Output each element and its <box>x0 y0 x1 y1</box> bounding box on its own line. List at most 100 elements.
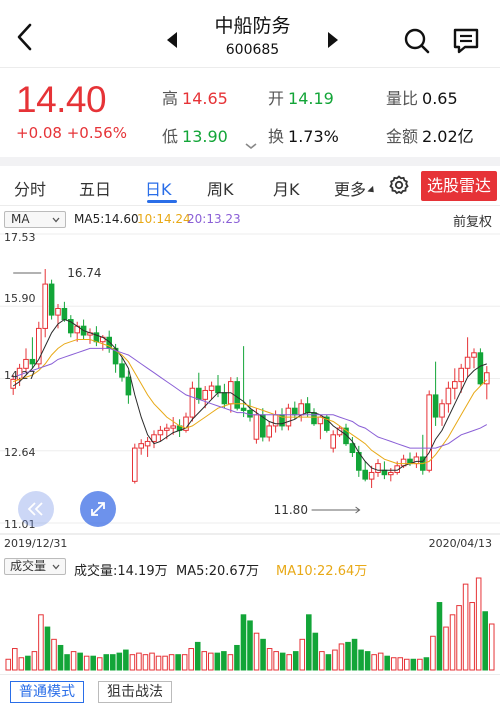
candle-body <box>208 385 215 391</box>
low-price: 低 13.90 <box>162 127 228 146</box>
candle-body <box>55 307 61 316</box>
section-separator <box>0 157 500 166</box>
candle-body <box>266 425 273 438</box>
trade-amount: 金额 2.02亿 <box>386 127 474 146</box>
search-icon[interactable] <box>402 26 432 56</box>
scroll-left-button[interactable] <box>18 491 54 527</box>
y-tick-label: 12.64 <box>4 446 36 459</box>
volume-bar <box>371 654 377 671</box>
volume-bar <box>96 657 103 671</box>
volume-bar <box>77 652 83 671</box>
tab-daily-k[interactable]: 日K <box>145 176 172 200</box>
indicator-selector-label: MA <box>11 212 30 226</box>
candle-body <box>240 407 247 411</box>
volume-bar <box>292 651 299 671</box>
volume-bar <box>456 605 462 671</box>
candle-body <box>445 387 452 405</box>
volume-bar <box>247 620 253 671</box>
gear-icon[interactable] <box>388 174 410 196</box>
volume-bar <box>364 651 371 671</box>
volume-bar <box>234 644 240 671</box>
next-stock-icon[interactable] <box>322 30 342 50</box>
adjustment-mode[interactable]: 前复权 <box>453 211 492 230</box>
normal-mode-button[interactable]: 普通模式 <box>10 681 84 703</box>
x-end-date: 2020/04/13 <box>428 537 492 550</box>
comment-icon[interactable] <box>451 26 481 56</box>
volume-bar <box>168 654 175 671</box>
x-start-date: 2019/12/31 <box>4 537 68 550</box>
candle-body <box>387 471 394 476</box>
volume-bar <box>155 655 162 671</box>
expand-chevron-icon[interactable] <box>244 141 258 151</box>
volume-bar <box>443 626 449 671</box>
tab-five-day[interactable]: 五日 <box>79 176 111 200</box>
candle-body <box>298 403 305 416</box>
tab-monthly-k[interactable]: 月K <box>273 176 300 200</box>
volume-bar <box>129 654 136 671</box>
tab-weekly-k[interactable]: 周K <box>207 176 234 200</box>
volume-bar <box>240 614 247 671</box>
fullscreen-button[interactable] <box>80 491 116 527</box>
candle-body <box>471 352 477 358</box>
volume-bar <box>208 652 214 671</box>
volume-bar <box>90 655 96 671</box>
volume-bar <box>123 649 129 671</box>
quote-panel: 14.40 +0.08 +0.56% 高 14.65 低 13.90 开 14.19 … <box>0 69 500 157</box>
volume-bar <box>175 654 181 671</box>
volume-bar <box>286 654 292 671</box>
candle-body <box>202 389 209 400</box>
volume-bar <box>325 654 332 671</box>
volume-bar <box>83 655 90 671</box>
volume-bar <box>149 652 155 671</box>
high-annotation: 16.74 <box>67 266 101 280</box>
candle-body <box>125 376 132 396</box>
candle-body <box>477 352 484 385</box>
volume-bar <box>332 649 338 671</box>
back-arrow-icon[interactable] <box>10 20 40 54</box>
volume-bar <box>279 652 286 671</box>
candle-body <box>195 387 202 400</box>
volume-bar <box>221 651 227 671</box>
stock-radar-button[interactable]: 选股雷达 <box>421 171 497 201</box>
volume-bar <box>110 654 116 671</box>
volume-bar <box>201 651 208 671</box>
snipe-mode-button[interactable]: 狙击战法 <box>98 681 172 703</box>
candle-body <box>29 358 36 365</box>
indicator-selector[interactable]: MA <box>4 211 66 228</box>
active-tab-indicator <box>147 200 177 203</box>
volume-bar <box>338 643 345 671</box>
y-tick-label: 14.27 <box>4 369 36 382</box>
candle-body <box>451 381 458 389</box>
volume-bar <box>5 658 12 671</box>
ma20-value: 20:13.23 <box>187 212 241 226</box>
tab-intraday[interactable]: 分时 <box>14 176 46 200</box>
previous-stock-icon[interactable] <box>163 30 183 50</box>
volume-bar <box>103 654 110 671</box>
candle-body <box>439 403 445 418</box>
chevron-down-icon <box>52 217 60 223</box>
volume-indicator-selector[interactable]: 成交量 <box>4 558 66 575</box>
volume-bar <box>377 652 384 671</box>
volume-chart[interactable] <box>0 576 500 672</box>
volume-bar <box>390 657 397 671</box>
tab-more-label: 更多 <box>334 180 367 199</box>
header-bar: 中船防务 600685 <box>0 0 500 68</box>
candle-body <box>170 425 177 429</box>
volume-bar <box>181 654 188 671</box>
volume-bar <box>12 648 18 671</box>
open-price: 开 14.19 <box>268 89 334 108</box>
volume-legend: 成交量 成交量:14.19万 MA5:20.67万 MA10:22.64万 <box>0 556 500 579</box>
volume-ratio: 量比 0.65 <box>386 89 458 108</box>
stock-code: 600685 <box>225 42 280 58</box>
volume-bar <box>430 635 436 671</box>
tab-more[interactable]: 更多 <box>334 176 377 200</box>
candle-body <box>311 412 317 425</box>
volume-bar <box>306 614 312 671</box>
volume-bar <box>462 583 469 671</box>
candle-body <box>163 427 170 431</box>
current-price: 14.40 <box>16 79 107 120</box>
kline-chart[interactable]: 16.74 11.80 <box>0 229 500 535</box>
volume-bar <box>475 577 482 671</box>
candle-body <box>368 471 375 480</box>
volume-bar <box>397 657 404 671</box>
